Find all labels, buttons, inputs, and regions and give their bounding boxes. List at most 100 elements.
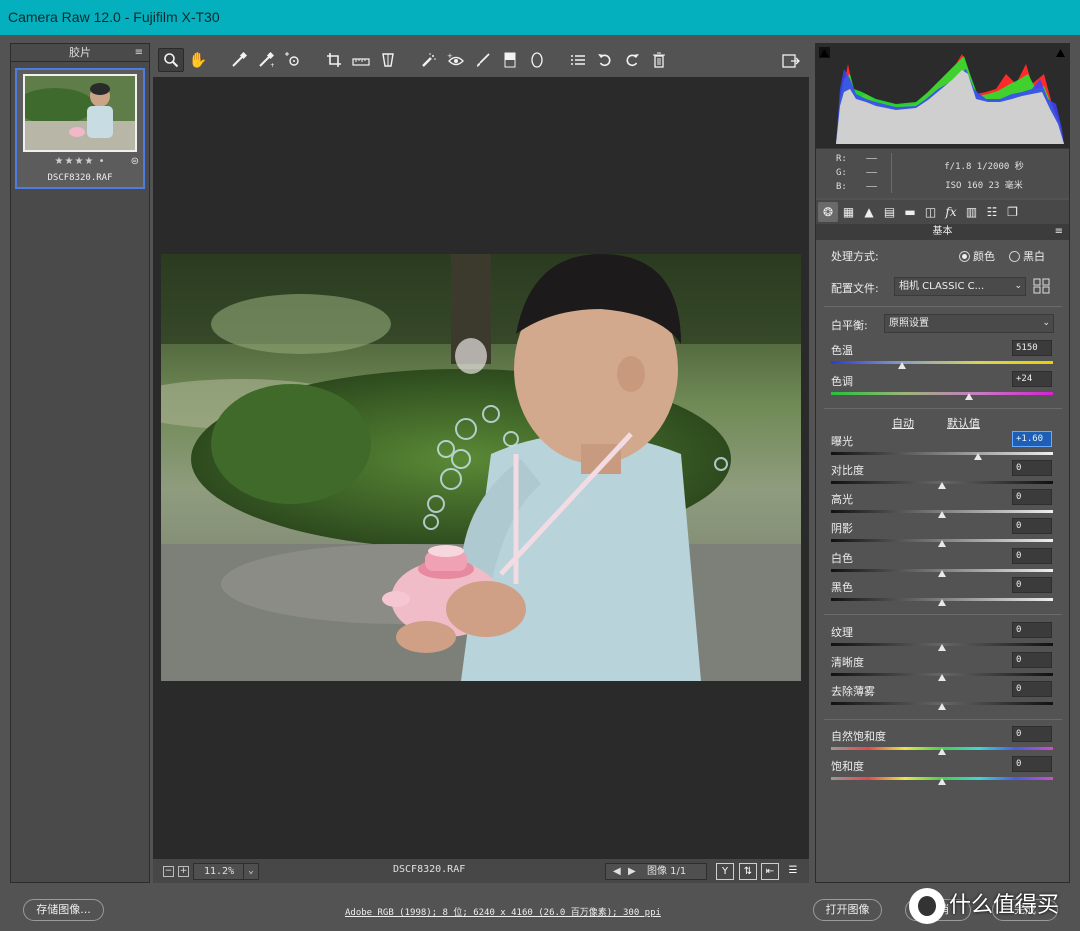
contrast-slider-thumb[interactable] <box>938 482 946 489</box>
tab-presets-icon[interactable]: ☷ <box>982 202 1002 222</box>
exposure-input[interactable]: +1.60 <box>1012 431 1052 447</box>
fullscreen-toggle-icon[interactable] <box>779 49 803 73</box>
targeted-adjust-tool-icon[interactable] <box>280 48 306 72</box>
panel-menu-icon[interactable]: ≡ <box>1055 224 1063 240</box>
vibrance-slider-thumb[interactable] <box>938 748 946 755</box>
adjustment-panel: R: —— G: —— B: —— f/1.8 1/2000 秒 ISO 160… <box>815 43 1070 883</box>
tab-calibration-icon[interactable]: ▥ <box>962 202 982 222</box>
saturation-slider-thumb[interactable] <box>938 778 946 785</box>
temp-slider-thumb[interactable] <box>898 362 907 369</box>
watermark-text: 什么值得买 <box>949 893 1060 918</box>
filmstrip-menu-icon[interactable]: ≡ <box>135 44 143 62</box>
tab-snapshots-icon[interactable]: ❐ <box>1003 202 1023 222</box>
auto-link[interactable]: 自动 <box>892 415 914 431</box>
dehaze-slider-thumb[interactable] <box>938 703 946 710</box>
radio-bw[interactable] <box>1009 251 1020 262</box>
spot-removal-tool-icon[interactable] <box>416 48 442 72</box>
texture-input[interactable]: 0 <box>1012 622 1052 638</box>
whites-slider-thumb[interactable] <box>938 570 946 577</box>
treatment-label: 处理方式: <box>831 250 879 263</box>
adjustment-brush-icon[interactable] <box>470 48 496 72</box>
profile-select[interactable]: 相机 CLASSIC C... ⌄ <box>894 277 1026 296</box>
before-after-button[interactable]: Y <box>716 863 734 880</box>
filmstrip-thumbnail[interactable]: ★★★★ • ⊜ DSCF8320.RAF <box>15 68 145 189</box>
save-image-button[interactable]: 存储图像... <box>23 899 104 921</box>
chevron-down-icon: ⌄ <box>1042 318 1050 328</box>
next-image-icon[interactable]: ▶ <box>628 864 636 879</box>
r-value: —— <box>866 154 878 164</box>
wb-select[interactable]: 原照设置 ⌄ <box>884 314 1054 333</box>
temp-input[interactable]: 5150 <box>1012 340 1052 356</box>
workflow-options-link[interactable]: Adobe RGB (1998); 8 位; 6240 x 4160 (26.0… <box>345 905 661 918</box>
blacks-input[interactable]: 0 <box>1012 577 1052 593</box>
image-navigator: ◀ ▶ 图像 1/1 <box>605 863 707 880</box>
open-image-button[interactable]: 打开图像 <box>813 899 882 921</box>
temp-slider-track[interactable] <box>831 361 1053 364</box>
tint-slider-track[interactable] <box>831 392 1053 395</box>
graduated-filter-icon[interactable] <box>497 48 523 72</box>
tab-basic-icon[interactable]: ❂ <box>818 202 838 222</box>
treatment-color-option[interactable]: 颜色 <box>959 248 995 264</box>
exposure-slider-track[interactable] <box>831 452 1053 455</box>
treatment-bw-option[interactable]: 黑白 <box>1009 248 1045 264</box>
contrast-input[interactable]: 0 <box>1012 460 1052 476</box>
vibrance-input[interactable]: 0 <box>1012 726 1052 742</box>
dehaze-input[interactable]: 0 <box>1012 681 1052 697</box>
exposure-slider-thumb[interactable] <box>973 453 982 460</box>
copy-settings-icon[interactable]: ⇤ <box>761 863 779 880</box>
preferences-icon[interactable] <box>565 48 591 72</box>
image-counter: 图像 1/1 <box>647 866 687 877</box>
settings-badge-icon: ⊜ <box>130 156 139 167</box>
radial-filter-icon[interactable] <box>524 48 550 72</box>
shadows-input[interactable]: 0 <box>1012 518 1052 534</box>
red-eye-tool-icon[interactable]: + <box>443 48 469 72</box>
tab-lens-corrections-icon[interactable]: ◫ <box>921 202 941 222</box>
radio-color[interactable] <box>959 251 970 262</box>
default-link[interactable]: 默认值 <box>947 415 980 431</box>
tab-effects-icon[interactable]: fx <box>941 202 961 222</box>
profile-browser-icon[interactable] <box>1033 278 1051 294</box>
crop-tool-icon[interactable] <box>321 48 347 72</box>
tab-detail-icon[interactable]: ▲ <box>859 202 879 222</box>
zoom-tool-icon[interactable] <box>158 48 184 72</box>
delete-icon[interactable] <box>646 48 672 72</box>
zoom-in-button[interactable]: + <box>178 866 189 877</box>
watermark-logo-icon <box>909 888 945 924</box>
preview-filename: DSCF8320.RAF <box>393 864 466 875</box>
blacks-slider-thumb[interactable] <box>938 599 946 606</box>
color-sampler-tool-icon[interactable]: + <box>253 48 279 72</box>
white-balance-tool-icon[interactable] <box>226 48 252 72</box>
shadows-slider-thumb[interactable] <box>938 540 946 547</box>
tint-slider-thumb[interactable] <box>964 393 973 400</box>
r-readout: R: —— <box>836 154 896 164</box>
tab-tone-curve-icon[interactable]: ▦ <box>839 202 859 222</box>
chevron-down-icon: ⌄ <box>1014 281 1022 291</box>
zoom-select[interactable]: 11.2% ⌄ <box>193 863 259 880</box>
highlights-input[interactable]: 0 <box>1012 489 1052 505</box>
svg-text:+: + <box>270 62 274 68</box>
b-value: —— <box>866 182 878 192</box>
prev-image-icon[interactable]: ◀ <box>613 864 621 879</box>
clarity-input[interactable]: 0 <box>1012 652 1052 668</box>
swap-settings-icon[interactable]: ⇅ <box>739 863 757 880</box>
preview-canvas[interactable] <box>153 77 809 858</box>
transform-tool-icon[interactable] <box>375 48 401 72</box>
tint-input[interactable]: +24 <box>1012 371 1052 387</box>
rating-stars[interactable]: ★★★★ • <box>17 156 143 167</box>
tab-hsl-icon[interactable]: ▤ <box>880 202 900 222</box>
rotate-cw-icon[interactable] <box>619 48 645 72</box>
whites-input[interactable]: 0 <box>1012 548 1052 564</box>
temp-label: 色温 <box>831 344 853 357</box>
rotate-ccw-icon[interactable] <box>592 48 618 72</box>
saturation-input[interactable]: 0 <box>1012 756 1052 772</box>
straighten-tool-icon[interactable] <box>348 48 374 72</box>
texture-slider-thumb[interactable] <box>938 644 946 651</box>
clarity-slider-thumb[interactable] <box>938 674 946 681</box>
zoom-out-button[interactable]: − <box>163 866 174 877</box>
texture-label: 纹理 <box>831 626 853 639</box>
filmstrip-title: 胶片 <box>69 46 91 59</box>
hand-tool-icon[interactable]: ✋ <box>185 48 211 72</box>
tab-split-toning-icon[interactable]: ▬ <box>900 202 920 222</box>
toggle-settings-icon[interactable]: ☰ <box>784 863 802 880</box>
highlights-slider-thumb[interactable] <box>938 511 946 518</box>
